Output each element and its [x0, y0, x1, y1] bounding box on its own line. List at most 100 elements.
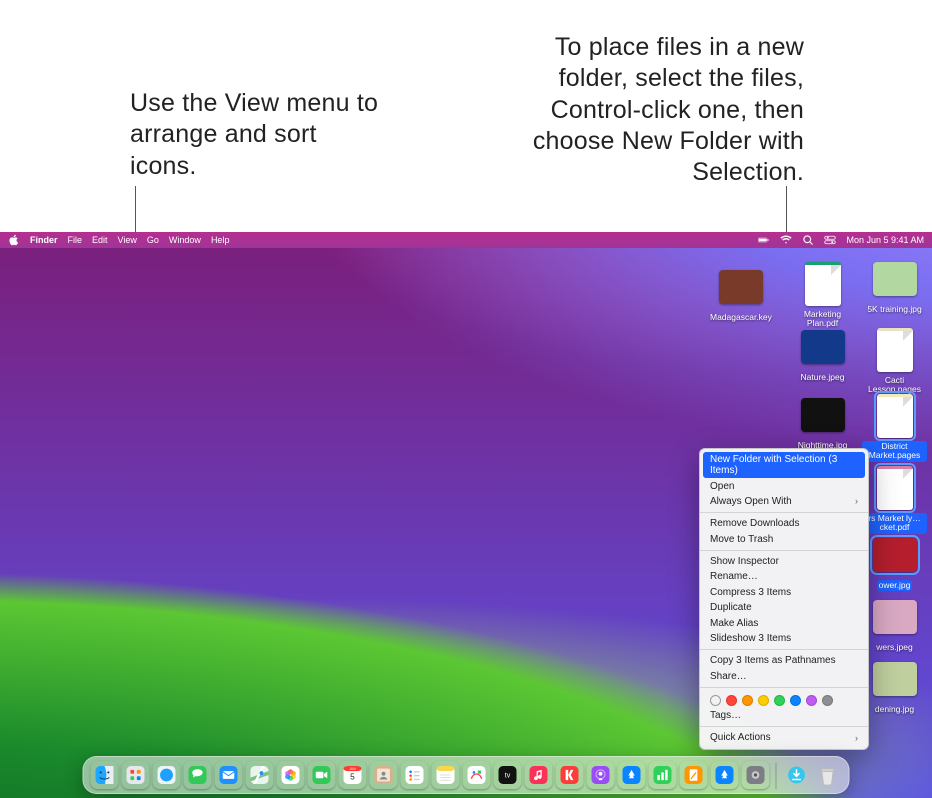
- tag-color-row: [700, 691, 868, 708]
- menu-window[interactable]: Window: [169, 235, 201, 245]
- file-thumbnail-icon: [877, 394, 913, 438]
- context-menu-item[interactable]: Remove Downloads: [700, 516, 868, 531]
- spotlight-icon[interactable]: [802, 234, 814, 246]
- desktop-file[interactable]: Cacti Lesson.pages: [862, 328, 927, 397]
- context-menu-item[interactable]: Tags…: [700, 708, 868, 723]
- file-label: Cacti Lesson.pages: [862, 375, 927, 396]
- file-thumbnail-icon: [877, 466, 913, 510]
- wifi-icon[interactable]: [780, 234, 792, 246]
- desktop-file[interactable]: 5K training.jpg: [862, 262, 927, 317]
- menu-file[interactable]: File: [68, 235, 83, 245]
- tag-color-dot[interactable]: [710, 695, 721, 706]
- dock-app-messages[interactable]: [184, 761, 212, 789]
- desktop-file[interactable]: Madagascar.key: [708, 270, 773, 325]
- context-menu-item[interactable]: Move to Trash: [700, 532, 868, 547]
- dock-app-reminders[interactable]: [401, 761, 429, 789]
- dock-app-appstore[interactable]: [711, 761, 739, 789]
- tag-color-dot[interactable]: [806, 695, 817, 706]
- file-label: District Market.pages: [862, 441, 927, 462]
- dock-app-tv[interactable]: tv: [494, 761, 522, 789]
- dock-app-calendar[interactable]: JUN5: [339, 761, 367, 789]
- dock-app-safari[interactable]: [153, 761, 181, 789]
- dock-app-settings[interactable]: [742, 761, 770, 789]
- file-thumbnail-icon: [719, 270, 763, 304]
- dock-app-facetime[interactable]: [308, 761, 336, 789]
- desktop-file[interactable]: Nighttime.jpg: [790, 398, 855, 453]
- context-menu-item[interactable]: Always Open With›: [700, 494, 868, 509]
- dock-trash[interactable]: [814, 761, 842, 789]
- tag-color-dot[interactable]: [758, 695, 769, 706]
- file-label: wers.jpeg: [874, 642, 914, 653]
- dock-app-music[interactable]: [525, 761, 553, 789]
- context-menu-item[interactable]: Compress 3 Items: [700, 585, 868, 600]
- desktop-file[interactable]: Marketing Plan.pdf: [790, 262, 855, 331]
- menu-separator: [700, 550, 868, 551]
- file-thumbnail-icon: [873, 662, 917, 696]
- context-menu-item[interactable]: Rename…: [700, 569, 868, 584]
- desktop-file[interactable]: District Market.pages: [862, 394, 927, 463]
- dock-app-numbers[interactable]: [649, 761, 677, 789]
- desktop-file[interactable]: rs Market ly…cket.pdf: [862, 466, 927, 535]
- dock-app-notes[interactable]: [432, 761, 460, 789]
- context-menu-item[interactable]: Slideshow 3 Items: [700, 631, 868, 646]
- svg-text:tv: tv: [505, 773, 511, 780]
- tag-color-dot[interactable]: [742, 695, 753, 706]
- context-menu-item[interactable]: New Folder with Selection (3 Items): [703, 452, 865, 478]
- dock-app-finder[interactable]: [91, 761, 119, 789]
- dock-app-appstore-alt[interactable]: [618, 761, 646, 789]
- desktop-file[interactable]: wers.jpeg: [862, 600, 927, 655]
- dock-app-launchpad[interactable]: [122, 761, 150, 789]
- desktop-file[interactable]: ower.jpg: [862, 538, 927, 593]
- menu-bar: Finder File Edit View Go Window Help Mon…: [0, 232, 932, 248]
- menu-edit[interactable]: Edit: [92, 235, 108, 245]
- dock-app-contacts[interactable]: [370, 761, 398, 789]
- dock-app-mail[interactable]: [215, 761, 243, 789]
- context-menu-item[interactable]: Show Inspector: [700, 554, 868, 569]
- file-label: ower.jpg: [877, 580, 913, 591]
- menu-app-name[interactable]: Finder: [30, 235, 58, 245]
- chevron-right-icon: ›: [855, 496, 858, 506]
- menu-separator: [700, 687, 868, 688]
- file-thumbnail-icon: [805, 262, 841, 306]
- control-center-icon[interactable]: [824, 234, 836, 246]
- apple-menu-icon[interactable]: [8, 234, 20, 246]
- dock-divider: [776, 763, 777, 789]
- context-menu-item[interactable]: Quick Actions›: [700, 730, 868, 745]
- menu-clock[interactable]: Mon Jun 5 9:41 AM: [846, 235, 924, 245]
- macos-screen: Finder File Edit View Go Window Help Mon…: [0, 232, 932, 798]
- desktop-file[interactable]: Nature.jpeg: [790, 330, 855, 385]
- dock-app-pages[interactable]: [680, 761, 708, 789]
- menu-view[interactable]: View: [118, 235, 137, 245]
- file-label: rs Market ly…cket.pdf: [862, 513, 927, 534]
- menu-go[interactable]: Go: [147, 235, 159, 245]
- dock-app-news[interactable]: [556, 761, 584, 789]
- context-menu-item[interactable]: Share…: [700, 669, 868, 684]
- svg-text:JUN: JUN: [349, 767, 356, 771]
- file-label: 5K training.jpg: [865, 304, 923, 315]
- desktop-file[interactable]: dening.jpg: [862, 662, 927, 717]
- dock-app-podcasts[interactable]: [587, 761, 615, 789]
- file-label: Marketing Plan.pdf: [790, 309, 855, 330]
- file-thumbnail-icon: [877, 328, 913, 372]
- dock-app-photos[interactable]: [277, 761, 305, 789]
- callout-new-folder: To place files in a new folder, select t…: [479, 32, 804, 188]
- context-menu-item[interactable]: Make Alias: [700, 615, 868, 630]
- battery-icon[interactable]: [758, 234, 770, 246]
- tag-color-dot[interactable]: [822, 695, 833, 706]
- dock: JUN5 tv: [83, 756, 850, 794]
- dock-stack-downloads[interactable]: [783, 761, 811, 789]
- menu-help[interactable]: Help: [211, 235, 230, 245]
- dock-app-maps[interactable]: [246, 761, 274, 789]
- tag-color-dot[interactable]: [790, 695, 801, 706]
- menu-separator: [700, 649, 868, 650]
- context-menu-item[interactable]: Duplicate: [700, 600, 868, 615]
- context-menu-item[interactable]: Open: [700, 478, 868, 493]
- context-menu-item[interactable]: Copy 3 Items as Pathnames: [700, 653, 868, 668]
- dock-container: JUN5 tv: [83, 756, 850, 794]
- chevron-right-icon: ›: [855, 733, 858, 743]
- tag-color-dot[interactable]: [726, 695, 737, 706]
- menu-separator: [700, 726, 868, 727]
- dock-app-freeform[interactable]: [463, 761, 491, 789]
- callout-view-menu: Use the View menu to arrange and sort ic…: [130, 88, 390, 182]
- tag-color-dot[interactable]: [774, 695, 785, 706]
